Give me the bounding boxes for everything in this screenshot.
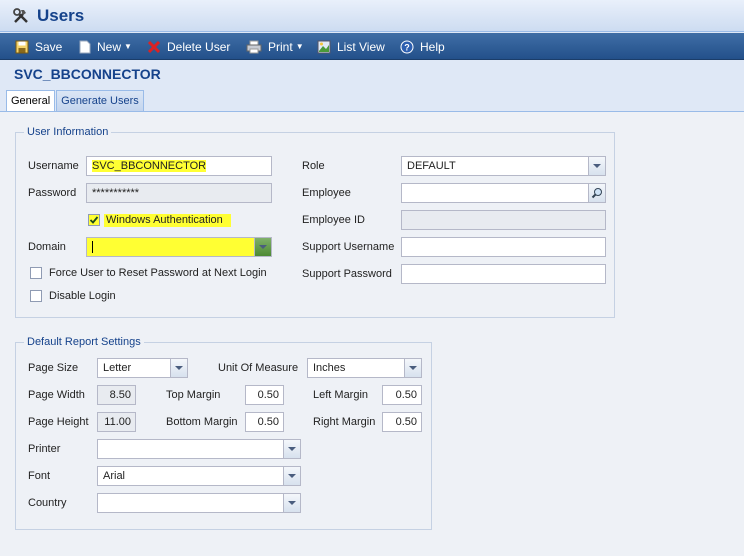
text-cursor — [92, 241, 93, 254]
report-settings-legend: Default Report Settings — [24, 336, 144, 348]
page-height-field[interactable]: 11.00 — [97, 412, 136, 432]
chevron-down-icon: ▼ — [295, 42, 304, 51]
country-label: Country — [28, 497, 67, 509]
page-size-label: Page Size — [28, 362, 79, 374]
delete-user-button[interactable]: Delete User — [147, 33, 230, 60]
page-width-label: Page Width — [28, 389, 85, 401]
printer-select[interactable] — [97, 439, 301, 459]
username-field[interactable]: SVC_BBCONNECTOR — [86, 156, 272, 176]
unit-of-measure-select[interactable]: Inches — [307, 358, 422, 378]
chevron-down-icon[interactable] — [588, 157, 605, 175]
right-margin-label: Right Margin — [313, 416, 376, 428]
left-margin-label: Left Margin — [313, 389, 369, 401]
chevron-down-icon[interactable] — [170, 359, 187, 377]
floppy-disk-icon — [15, 40, 29, 53]
windows-authentication-label: Windows Authentication — [104, 214, 231, 227]
font-value: Arial — [103, 470, 126, 482]
page-height-label: Page Height — [28, 416, 89, 428]
chevron-down-icon[interactable] — [254, 238, 271, 256]
left-margin-field[interactable]: 0.50 — [382, 385, 422, 405]
search-icon[interactable] — [588, 184, 605, 202]
country-select[interactable] — [97, 493, 301, 513]
role-select[interactable]: DEFAULT — [401, 156, 606, 176]
page-size-select[interactable]: Letter — [97, 358, 188, 378]
tab-panel-general: User Information Username SVC_BBCONNECTO… — [0, 111, 744, 556]
role-value: DEFAULT — [407, 160, 456, 172]
new-button[interactable]: New ▼ — [79, 33, 132, 60]
username-value: SVC_BBCONNECTOR — [92, 160, 207, 172]
employee-id-label: Employee ID — [302, 214, 365, 226]
force-reset-checkbox[interactable] — [30, 267, 42, 279]
help-button[interactable]: ? Help — [400, 33, 445, 60]
chevron-down-icon[interactable] — [283, 467, 300, 485]
support-username-label: Support Username — [302, 241, 395, 253]
printer-label: Printer — [28, 443, 61, 455]
record-title: SVC_BBCONNECTOR — [14, 66, 161, 82]
new-document-icon — [79, 40, 91, 53]
support-username-field[interactable] — [401, 237, 606, 257]
force-reset-label: Force User to Reset Password at Next Log… — [49, 267, 267, 279]
employee-field[interactable] — [401, 183, 606, 203]
top-margin-field[interactable]: 0.50 — [245, 385, 284, 405]
unit-of-measure-value: Inches — [313, 362, 346, 374]
chevron-down-icon: ▼ — [124, 42, 132, 51]
save-button[interactable]: Save — [15, 33, 62, 60]
employee-id-field[interactable] — [401, 210, 606, 230]
bottom-margin-field[interactable]: 0.50 — [245, 412, 284, 432]
chevron-down-icon[interactable] — [283, 440, 300, 458]
user-information-section: User Information Username SVC_BBCONNECTO… — [15, 126, 615, 318]
print-button[interactable]: Print ▼ — [246, 33, 304, 60]
username-label: Username — [28, 160, 79, 172]
list-view-button[interactable]: List View — [317, 33, 385, 60]
font-select[interactable]: Arial — [97, 466, 301, 486]
checkmark-icon — [89, 216, 99, 224]
password-field[interactable]: *********** — [86, 183, 272, 203]
tab-generate-users[interactable]: Generate Users — [56, 90, 144, 111]
printer-icon — [246, 40, 262, 53]
password-label: Password — [28, 187, 77, 199]
domain-select[interactable] — [86, 237, 272, 257]
print-label: Print — [268, 39, 293, 54]
bottom-margin-label: Bottom Margin — [166, 416, 238, 428]
role-label: Role — [302, 160, 325, 172]
employee-label: Employee — [302, 187, 351, 199]
help-label: Help — [420, 39, 445, 54]
user-information-legend: User Information — [24, 126, 112, 138]
delete-x-icon — [147, 40, 161, 53]
windows-authentication-checkbox[interactable] — [88, 214, 100, 226]
picture-list-icon — [317, 40, 331, 53]
top-margin-label: Top Margin — [166, 389, 221, 401]
window-title-bar: Users — [0, 0, 744, 32]
support-password-label: Support Password — [302, 268, 392, 280]
chevron-down-icon[interactable] — [404, 359, 421, 377]
page-size-value: Letter — [103, 362, 132, 374]
svg-text:?: ? — [404, 42, 410, 52]
disable-login-label: Disable Login — [49, 290, 116, 302]
tab-general[interactable]: General — [6, 90, 56, 112]
domain-label: Domain — [28, 241, 66, 253]
help-icon: ? — [400, 40, 414, 53]
list-view-label: List View — [337, 39, 385, 54]
window-title: Users — [37, 6, 85, 25]
save-label: Save — [35, 39, 63, 54]
delete-user-label: Delete User — [167, 39, 231, 54]
new-label: New — [97, 39, 122, 54]
disable-login-checkbox[interactable] — [30, 290, 42, 302]
chevron-down-icon[interactable] — [283, 494, 300, 512]
unit-of-measure-label: Unit Of Measure — [218, 362, 299, 374]
right-margin-field[interactable]: 0.50 — [382, 412, 422, 432]
toolbar: Save New ▼ Delete User Print ▼ List View — [0, 33, 744, 60]
support-password-field[interactable] — [401, 264, 606, 284]
magnifier-icon — [591, 188, 602, 199]
default-report-settings-section: Default Report Settings Page Size Letter… — [15, 336, 432, 530]
font-label: Font — [28, 470, 51, 482]
page-width-field[interactable]: 8.50 — [97, 385, 136, 405]
tab-strip: General Generate Users — [6, 90, 145, 112]
tools-icon — [13, 8, 28, 23]
